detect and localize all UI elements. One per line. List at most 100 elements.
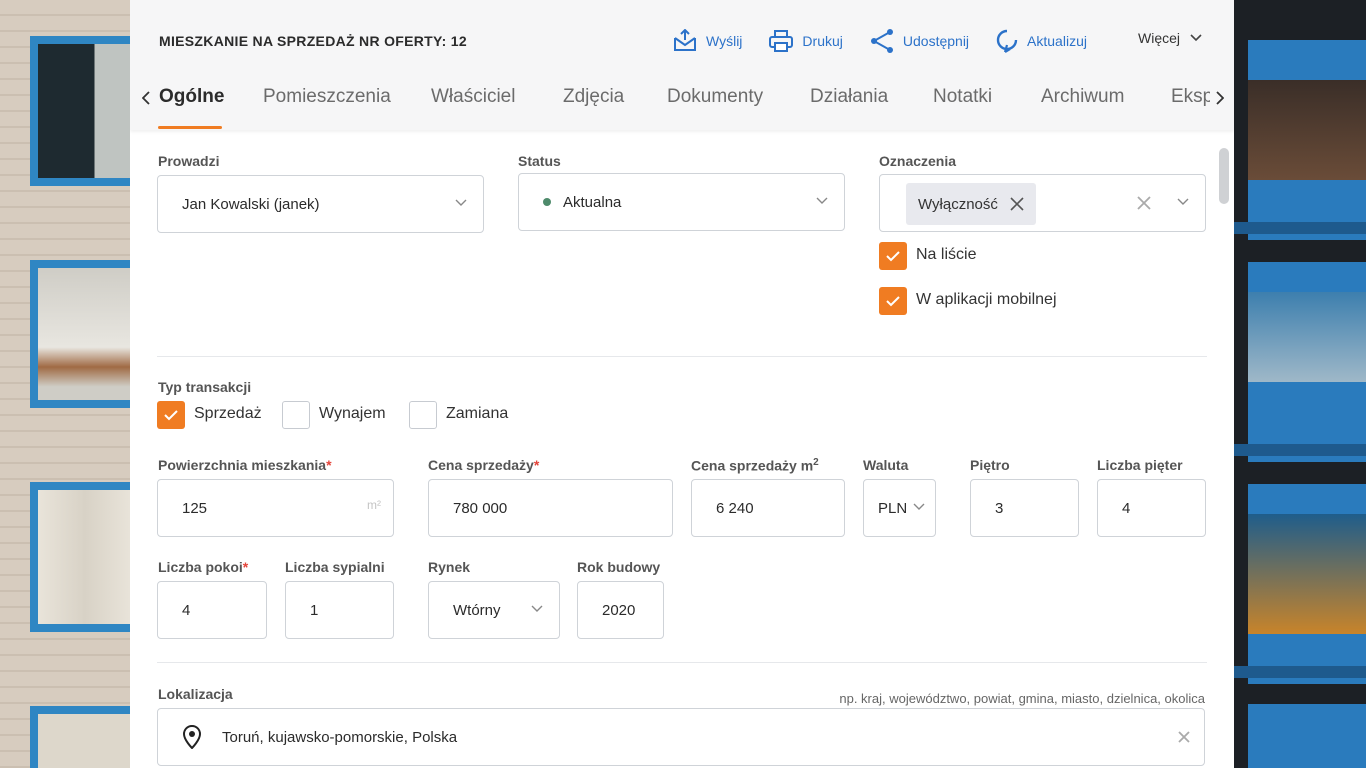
tab-eksport[interactable]: Eksp xyxy=(1171,86,1210,108)
liczba-sypialni-label: Liczba sypialni xyxy=(285,559,385,575)
liczba-pokoi-value: 4 xyxy=(182,601,191,619)
pietro-value: 3 xyxy=(995,499,1004,517)
chevron-down-icon xyxy=(1190,34,1202,42)
checkmark-icon xyxy=(164,409,178,420)
sprzedaz-checkbox[interactable] xyxy=(157,401,185,429)
background-photo-right xyxy=(1234,0,1366,768)
clear-icon[interactable] xyxy=(1178,731,1190,743)
background-rail xyxy=(1234,666,1366,678)
rynek-select[interactable]: Wtórny xyxy=(428,581,560,639)
prowadzi-value: Jan Kowalski (janek) xyxy=(182,195,320,213)
powierzchnia-input[interactable]: 125 m² xyxy=(157,479,394,537)
chevron-down-icon xyxy=(455,199,467,206)
chevron-right-icon xyxy=(1216,91,1224,105)
update-button[interactable]: Aktualizuj xyxy=(995,28,1087,54)
powierzchnia-value: 125 xyxy=(182,499,208,517)
scrollbar-thumb[interactable] xyxy=(1219,148,1229,204)
waluta-value: PLN xyxy=(878,499,908,517)
na-liscie-checkbox[interactable] xyxy=(879,242,907,270)
lokalizacja-input[interactable]: Toruń, kujawsko-pomorskie, Polska xyxy=(157,708,1205,766)
section-divider xyxy=(157,356,1207,357)
tag-chip-label: Wyłączność xyxy=(918,195,998,213)
cena-value: 780 000 xyxy=(453,499,508,517)
tab-zdjecia[interactable]: Zdjęcia xyxy=(563,86,624,108)
background-balcony xyxy=(1248,262,1366,462)
section-divider xyxy=(157,662,1207,663)
required-marker: * xyxy=(533,457,540,473)
liczba-pokoi-label-text: Liczba pokoi xyxy=(158,559,243,575)
liczba-pieter-value: 4 xyxy=(1122,499,1131,517)
tabs-bar: Ogólne Pomieszczenia Właściciel Zdjęcia … xyxy=(130,74,1234,130)
cena-label-text: Cena sprzedaży xyxy=(428,457,534,473)
wynajem-checkbox[interactable] xyxy=(282,401,310,429)
status-value: Aktualna xyxy=(563,193,622,211)
typ-transakcji-label: Typ transakcji xyxy=(158,379,252,395)
powierzchnia-label: Powierzchnia mieszkania* xyxy=(158,457,332,473)
status-select[interactable]: Aktualna xyxy=(518,173,845,231)
tab-archiwum[interactable]: Archiwum xyxy=(1041,86,1124,108)
required-marker: * xyxy=(242,559,249,575)
waluta-select[interactable]: PLN xyxy=(863,479,936,537)
tabs-viewport: Ogólne Pomieszczenia Właściciel Zdjęcia … xyxy=(130,74,1210,130)
tab-pomieszczenia[interactable]: Pomieszczenia xyxy=(263,86,391,108)
chevron-down-icon xyxy=(1177,198,1189,205)
chevron-down-icon xyxy=(816,197,828,204)
background-window xyxy=(30,260,130,408)
header-actions: Wyślij Drukuj Udostępnij Aktualizuj xyxy=(672,28,1113,54)
tag-chip: Wyłączność xyxy=(906,183,1036,225)
rok-budowy-label: Rok budowy xyxy=(577,559,661,575)
oznaczenia-multiselect[interactable]: Wyłączność xyxy=(879,174,1206,232)
mobile-app-checkbox[interactable] xyxy=(879,287,907,315)
checkmark-icon xyxy=(886,295,900,306)
checkmark-icon xyxy=(886,250,900,261)
liczba-sypialni-value: 1 xyxy=(310,601,319,619)
liczba-pokoi-label: Liczba pokoi* xyxy=(158,559,248,575)
cena-m2-superscript: 2 xyxy=(813,457,819,468)
tabs-scroll-left-button[interactable] xyxy=(138,88,154,108)
lokalizacja-label: Lokalizacja xyxy=(158,686,233,702)
clear-all-icon[interactable] xyxy=(1137,196,1151,210)
send-button[interactable]: Wyślij xyxy=(672,29,742,53)
rynek-label: Rynek xyxy=(428,559,471,575)
liczba-sypialni-input[interactable]: 1 xyxy=(285,581,394,639)
lokalizacja-value: Toruń, kujawsko-pomorskie, Polska xyxy=(222,728,458,746)
send-button-label: Wyślij xyxy=(706,33,743,49)
lokalizacja-hint: np. kraj, województwo, powiat, gmina, mi… xyxy=(839,691,1205,706)
background-balcony xyxy=(1248,40,1366,240)
tab-ogolne[interactable]: Ogólne xyxy=(159,86,224,108)
rok-budowy-value: 2020 xyxy=(602,601,636,619)
background-photo-left xyxy=(0,0,130,768)
prowadzi-select[interactable]: Jan Kowalski (janek) xyxy=(157,175,484,233)
zamiana-checkbox[interactable] xyxy=(409,401,437,429)
tab-dokumenty[interactable]: Dokumenty xyxy=(667,86,763,108)
background-balcony xyxy=(1248,484,1366,684)
required-marker: * xyxy=(326,457,332,473)
rok-budowy-input[interactable]: 2020 xyxy=(577,581,664,639)
tab-notatki[interactable]: Notatki xyxy=(933,86,992,108)
background-rail xyxy=(1234,222,1366,234)
background-window xyxy=(30,482,130,632)
print-button[interactable]: Drukuj xyxy=(768,29,843,53)
cena-input[interactable]: 780 000 xyxy=(428,479,673,537)
more-dropdown[interactable]: Więcej xyxy=(1138,30,1202,46)
rynek-value: Wtórny xyxy=(453,601,501,619)
pietro-label: Piętro xyxy=(970,457,1010,473)
cena-m2-value: 6 240 xyxy=(716,499,754,517)
mobile-app-label: W aplikacji mobilnej xyxy=(916,291,1057,308)
cena-m2-input[interactable]: 6 240 xyxy=(691,479,845,537)
cena-m2-label: Cena sprzedaży m2 xyxy=(691,457,819,474)
print-button-label: Drukuj xyxy=(802,33,843,49)
liczba-pokoi-input[interactable]: 4 xyxy=(157,581,267,639)
share-button-label: Udostępnij xyxy=(902,33,970,49)
location-pin-icon xyxy=(182,725,202,749)
remove-tag-icon[interactable] xyxy=(1010,197,1024,211)
chevron-left-icon xyxy=(142,91,150,105)
prowadzi-label: Prowadzi xyxy=(158,153,220,169)
liczba-pieter-input[interactable]: 4 xyxy=(1097,479,1206,537)
tab-wlasciciel[interactable]: Właściciel xyxy=(431,86,515,108)
tabs-scroll-right-button[interactable] xyxy=(1212,88,1228,108)
pietro-input[interactable]: 3 xyxy=(970,479,1079,537)
status-dot xyxy=(543,198,551,206)
share-button[interactable]: Udostępnij xyxy=(869,28,969,54)
tab-dzialania[interactable]: Działania xyxy=(810,86,888,108)
